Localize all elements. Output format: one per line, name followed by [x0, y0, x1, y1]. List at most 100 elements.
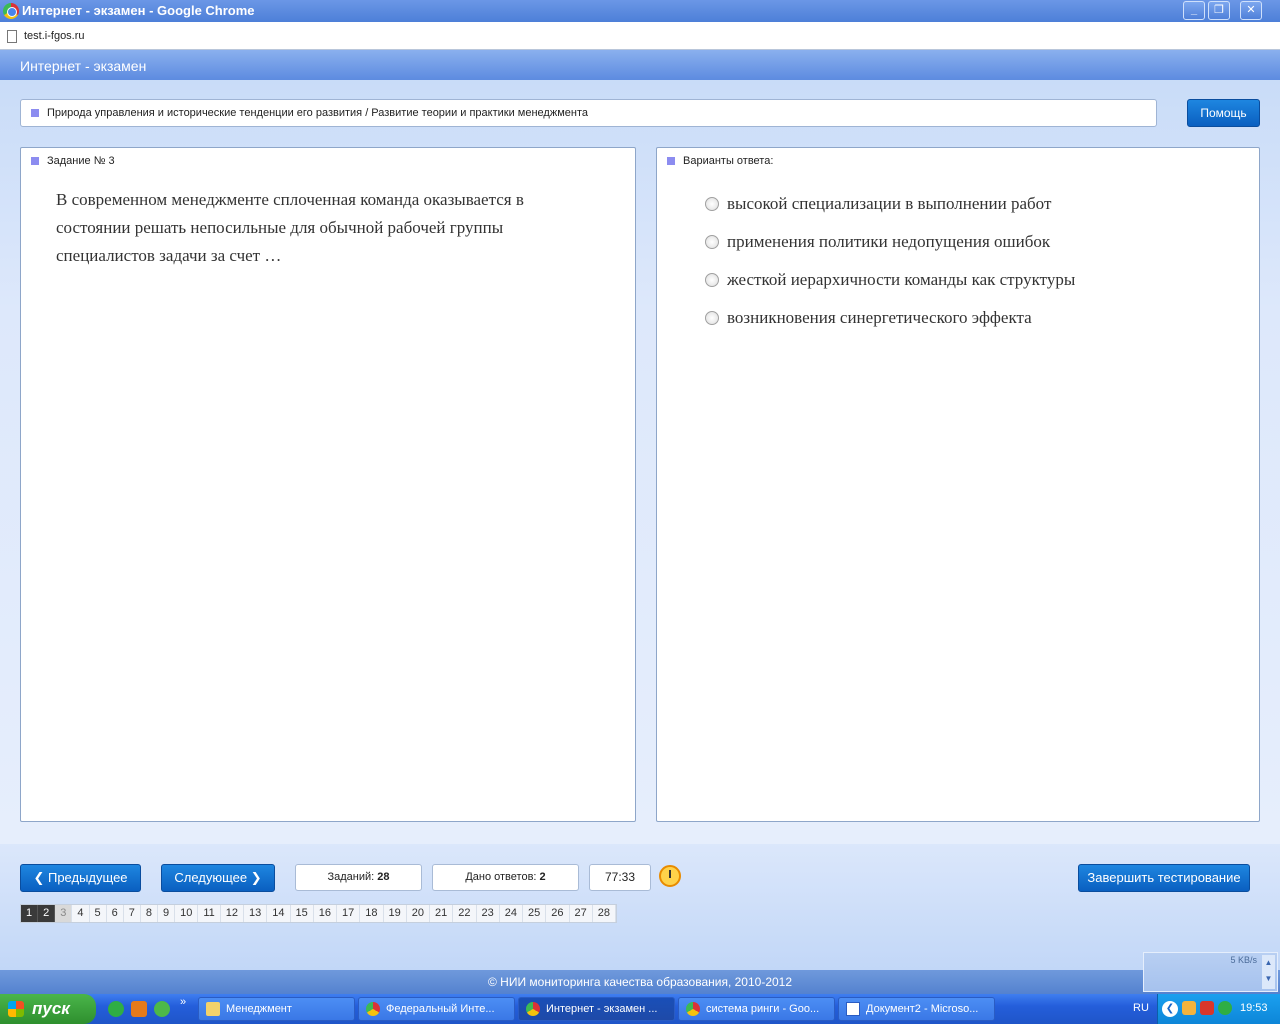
page-number[interactable]: 17 [337, 905, 361, 922]
scroll-arrows-icon[interactable]: ▲ ▼ [1262, 955, 1275, 989]
tray-app-icon[interactable] [1218, 1001, 1232, 1015]
page-number[interactable]: 26 [546, 905, 570, 922]
system-tray: ❮ 19:53 [1157, 994, 1280, 1024]
answers-label: Дано ответов: [465, 871, 537, 883]
radio-button[interactable] [705, 311, 719, 325]
taskbar-item[interactable]: Менеджмент [198, 997, 355, 1021]
chevron-right-icon: ❯ [247, 870, 262, 885]
previous-label: Предыдущее [47, 870, 128, 885]
page-number[interactable]: 21 [430, 905, 454, 922]
quicklaunch-more[interactable]: » [180, 996, 186, 1008]
page-number[interactable]: 24 [499, 905, 524, 922]
chevron-left-icon: ❮ [33, 870, 48, 885]
square-bullet-icon [667, 157, 675, 165]
square-bullet-icon [31, 157, 39, 165]
page-number[interactable]: 20 [406, 905, 431, 922]
chrome-icon [526, 1002, 540, 1016]
windows-flag-icon [8, 1001, 24, 1017]
square-bullet-icon [31, 109, 39, 117]
taskbar-item[interactable]: Документ2 - Microso... [838, 997, 995, 1021]
page-icon [7, 30, 17, 43]
page-number[interactable]: 28 [592, 905, 617, 922]
footer: © НИИ мониторинга качества образования, … [0, 970, 1280, 994]
page-number[interactable]: 10 [175, 905, 199, 922]
chevron-left-icon[interactable]: ❮ [1162, 1001, 1178, 1017]
breadcrumb-text: Природа управления и исторические тенден… [47, 107, 588, 119]
help-button[interactable]: Помощь [1187, 99, 1260, 127]
start-label: пуск [32, 999, 70, 1018]
address-bar[interactable]: test.i-fgos.ru [0, 22, 1280, 50]
answers-count: Дано ответов: 2 [432, 864, 579, 891]
page-number[interactable]: 27 [569, 905, 593, 922]
answer-option-label[interactable]: жесткой иерархичности команды как структ… [727, 270, 1075, 290]
page-number[interactable]: 11 [198, 905, 221, 922]
radio-button[interactable] [705, 235, 719, 249]
question-pager: 1 2 3 4 5 6 7 8 9 10 11 12 13 14 15 16 17 18 19 20 21 22 23 24 2… [20, 904, 618, 923]
page-number[interactable]: 16 [313, 905, 338, 922]
next-label: Следующее [174, 870, 248, 885]
word-icon [846, 1002, 860, 1016]
page-number[interactable]: 8 [140, 905, 158, 922]
taskbar-item[interactable]: Интернет - экзамен ... [518, 997, 675, 1021]
app-title: Интернет - экзамен [20, 58, 147, 74]
chrome-icon [3, 3, 19, 19]
window-title: Интернет - экзамен - Google Chrome [22, 3, 255, 18]
app-header: Интернет - экзамен [0, 50, 1280, 80]
page-number[interactable]: 4 [72, 905, 90, 922]
tray-app-icon[interactable] [1182, 1001, 1196, 1015]
page-number[interactable]: 1 [21, 905, 39, 922]
clock: 19:53 [1240, 1002, 1268, 1014]
maximize-button[interactable]: ❐ [1208, 1, 1230, 20]
previous-button[interactable]: ❮ Предыдущее [20, 864, 141, 892]
folder-icon [206, 1002, 220, 1016]
page-number[interactable]: 6 [106, 905, 124, 922]
close-button[interactable]: ✕ [1240, 1, 1262, 20]
question-number: Задание № 3 [47, 155, 115, 167]
network-speed-widget: 5 KB/s ▲ ▼ [1143, 952, 1278, 992]
language-indicator[interactable]: RU [1133, 1002, 1149, 1014]
start-button[interactable]: пуск [0, 994, 96, 1024]
page-number[interactable]: 13 [244, 905, 268, 922]
page-number[interactable]: 12 [220, 905, 245, 922]
tasks-count: Заданий: 28 [295, 864, 422, 891]
page-number[interactable]: 9 [158, 905, 176, 922]
next-button[interactable]: Следующее ❯ [161, 864, 275, 892]
answers-title: Варианты ответа: [683, 155, 774, 167]
page-number[interactable]: 18 [360, 905, 384, 922]
finish-test-button[interactable]: Завершить тестирование [1078, 864, 1250, 892]
chrome-icon [366, 1002, 380, 1016]
network-speed: 5 KB/s [1230, 955, 1257, 965]
page-number[interactable]: 23 [476, 905, 500, 922]
radio-button[interactable] [705, 273, 719, 287]
page-number[interactable]: 5 [89, 905, 107, 922]
tray-app-icon[interactable] [1200, 1001, 1214, 1015]
page-number[interactable]: 25 [523, 905, 547, 922]
page-number[interactable]: 15 [290, 905, 314, 922]
page-number[interactable]: 19 [383, 905, 407, 922]
page-number[interactable]: 7 [123, 905, 141, 922]
page-number[interactable]: 14 [267, 905, 291, 922]
tasks-label: Заданий: [327, 871, 375, 883]
window-titlebar: Интернет - экзамен - Google Chrome _ ❐ ✕ [0, 0, 1280, 22]
taskbar: пуск » Менеджмент Федеральный Инте... Ин… [0, 994, 1280, 1024]
chrome-icon [686, 1002, 700, 1016]
taskbar-item[interactable]: Федеральный Инте... [358, 997, 515, 1021]
answers-value: 2 [539, 871, 546, 883]
radio-button[interactable] [705, 197, 719, 211]
page-number[interactable]: 3 [55, 905, 73, 922]
taskbar-item[interactable]: система ринги - Goo... [678, 997, 835, 1021]
answer-option-label[interactable]: применения политики недопущения ошибок [727, 232, 1050, 252]
messenger-icon[interactable] [131, 1001, 147, 1017]
minimize-button[interactable]: _ [1183, 1, 1205, 20]
page-number[interactable]: 2 [38, 905, 56, 922]
icq-icon[interactable] [154, 1001, 170, 1017]
taskbar-item-label: система ринги - Goo... [706, 1003, 820, 1015]
alarm-clock-icon [659, 865, 681, 887]
answer-option-label[interactable]: высокой специализации в выполнении работ [727, 194, 1051, 214]
page-number[interactable]: 22 [453, 905, 477, 922]
utorrent-icon[interactable] [108, 1001, 124, 1017]
tasks-value: 28 [377, 871, 390, 883]
answer-option-label[interactable]: возникновения синергетического эффекта [727, 308, 1032, 328]
answers-panel: Варианты ответа: высокой специализации в… [656, 147, 1260, 822]
url-text[interactable]: test.i-fgos.ru [24, 30, 85, 42]
